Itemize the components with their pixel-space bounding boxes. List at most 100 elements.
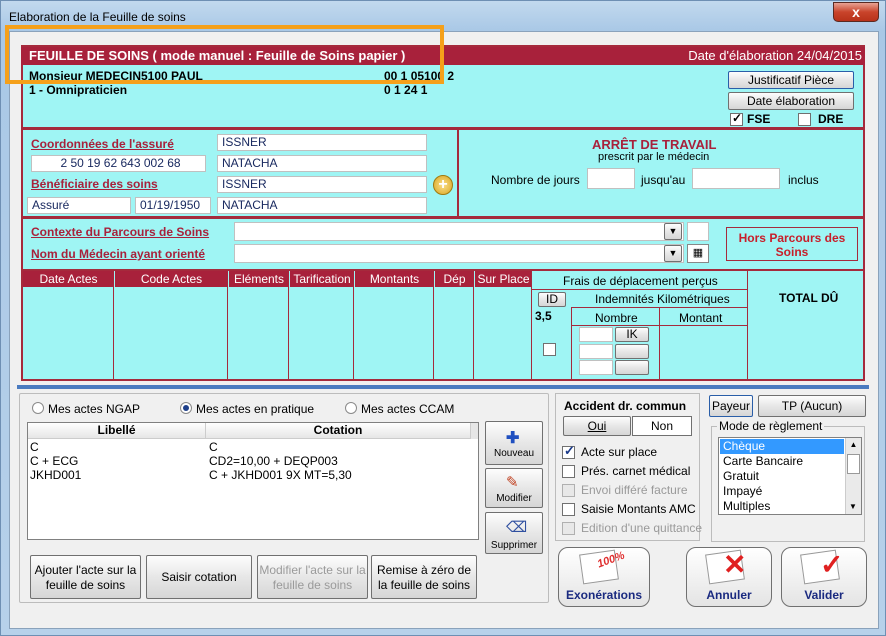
radio-ngap[interactable]	[32, 402, 44, 414]
libelle-cell: C + ECG	[30, 454, 79, 468]
medecin-orientant-label[interactable]: Nom du Médecin ayant orienté	[31, 247, 205, 261]
grid-divider	[571, 325, 747, 326]
beneficiary-label[interactable]: Bénéficiaire des soins	[31, 177, 158, 191]
libelle-cell: C	[30, 440, 39, 454]
justificatif-button[interactable]: Justificatif Pièce	[728, 71, 854, 89]
exonerations-label: Exonérations	[565, 588, 643, 602]
fse-checkbox[interactable]: ✓	[730, 111, 743, 126]
modifier-button[interactable]: ✎ Modifier	[485, 468, 543, 508]
ik-button-empty[interactable]	[615, 360, 649, 375]
annuler-button[interactable]: ✕ Annuler	[686, 547, 772, 607]
radio-pratique[interactable]	[180, 402, 192, 414]
surplace-checkbox[interactable]	[543, 343, 556, 356]
calendar-icon[interactable]: ▦	[687, 244, 709, 263]
option-checkbox[interactable]	[562, 465, 575, 478]
main-window: Elaboration de la Feuille de soins x FEU…	[0, 0, 886, 636]
nombre-label: Nombre	[595, 311, 638, 325]
payeur-button[interactable]: Payeur	[709, 395, 753, 417]
contexte-select[interactable]	[234, 222, 684, 241]
ik-nombre-input[interactable]	[579, 327, 613, 342]
medecin-orientant-select[interactable]	[234, 244, 684, 263]
table-row[interactable]: JKHD001	[30, 468, 81, 482]
highlight-box	[5, 25, 444, 84]
check-icon: ✓	[564, 443, 575, 458]
grid-divider	[659, 307, 660, 379]
valider-button[interactable]: ✓ Valider	[781, 547, 867, 607]
ik-button[interactable]: IK	[615, 327, 649, 342]
chevron-down-icon[interactable]: ▼	[664, 223, 682, 240]
scroll-up-icon[interactable]: ▲	[846, 438, 861, 452]
col-libelle-header[interactable]: Libellé	[28, 423, 206, 439]
nouveau-button[interactable]: ✚ Nouveau	[485, 421, 543, 465]
grid-header-surplace: Sur Place	[475, 271, 533, 287]
ik-button-empty[interactable]	[615, 344, 649, 359]
insured-nir-field[interactable]: 2 50 19 62 643 002 68	[31, 155, 206, 172]
grid-header-code: Code Actes	[115, 271, 229, 287]
date-elaboration-button[interactable]: Date élaboration	[728, 92, 854, 110]
option-checkbox[interactable]: ✓	[562, 443, 575, 459]
option-checkbox[interactable]	[562, 503, 575, 516]
saisir-cotation-button[interactable]: Saisir cotation	[146, 555, 252, 599]
beneficiary-birthdate-field[interactable]: 01/19/1950	[135, 197, 211, 214]
insured-lastname-field[interactable]: ISSNER	[217, 134, 427, 151]
ik-nombre-input[interactable]	[579, 360, 613, 375]
insured-label[interactable]: Coordonnées de l'assuré	[31, 137, 174, 151]
arret-days-input[interactable]	[587, 168, 635, 189]
grid-divider	[571, 307, 572, 379]
hors-parcours-box[interactable]: Hors Parcours des Soins	[726, 227, 858, 261]
insured-firstname-field[interactable]: NATACHA	[217, 155, 427, 172]
radio-ngap-label: Mes actes NGAP	[48, 402, 141, 416]
ajouter-acte-button[interactable]: Ajouter l'acte sur la feuille de soins	[30, 555, 141, 599]
header-filler	[470, 423, 478, 439]
modifier-acte-button[interactable]: Modifier l'acte sur la feuille de soins	[257, 555, 368, 599]
remise-zero-button[interactable]: Remise à zéro de la feuille de soins	[371, 555, 477, 599]
ik-nombre-input[interactable]	[579, 344, 613, 359]
exonerations-button[interactable]: 100% Exonérations	[558, 547, 650, 607]
list-item[interactable]: Gratuit	[720, 469, 759, 484]
grid-divider	[433, 287, 434, 379]
frais-label: Frais de déplacement perçus	[563, 274, 718, 288]
grid-divider	[113, 287, 114, 379]
contexte-label[interactable]: Contexte du Parcours de Soins	[31, 225, 209, 239]
list-item[interactable]: Multiples	[720, 499, 770, 514]
close-button[interactable]: x	[833, 2, 879, 22]
scroll-thumb[interactable]	[847, 454, 860, 474]
option-label: Prés. carnet médical	[581, 464, 691, 478]
arret-inclus-label: inclus	[788, 173, 819, 187]
reglement-listbox[interactable]: Chèque Carte Bancaire Gratuit Impayé Mul…	[718, 437, 862, 515]
add-icon: ✚	[506, 430, 520, 447]
accident-oui-button[interactable]: Oui	[563, 416, 631, 436]
chevron-down-icon[interactable]: ▼	[664, 245, 682, 262]
list-item[interactable]: Impayé	[720, 484, 762, 499]
nouveau-label: Nouveau	[493, 448, 535, 459]
beneficiary-firstname-field[interactable]: NATACHA	[217, 197, 427, 214]
grid-divider	[473, 287, 474, 379]
tp-button[interactable]: TP (Aucun)	[758, 395, 866, 417]
table-row[interactable]: CD2=10,00 + DEQP003	[209, 454, 338, 468]
arret-until-input[interactable]	[692, 168, 780, 189]
table-row[interactable]: C	[30, 440, 39, 454]
id-button[interactable]: ID	[538, 292, 566, 307]
scrollbar[interactable]: ▲ ▼	[845, 438, 861, 514]
accident-non-button[interactable]: Non	[632, 416, 692, 436]
supprimer-label: Supprimer	[490, 540, 538, 551]
add-beneficiary-icon[interactable]: +	[433, 175, 453, 195]
list-item[interactable]: Carte Bancaire	[720, 454, 803, 469]
scroll-down-icon[interactable]: ▼	[846, 500, 860, 514]
libelle-cell: JKHD001	[30, 468, 82, 482]
table-row[interactable]: C	[209, 440, 218, 454]
grid-header-dep: Dép	[435, 271, 475, 287]
table-row[interactable]: C + ECG	[30, 454, 78, 468]
actes-list[interactable]: Libellé Cotation C C C + ECG CD2=10,00 +…	[27, 422, 479, 540]
list-item[interactable]: Chèque	[720, 439, 844, 454]
contexte-extra-field[interactable]	[687, 222, 709, 241]
dre-checkbox[interactable]	[798, 113, 811, 126]
col-cotation-header[interactable]: Cotation	[206, 423, 470, 439]
beneficiary-quality-field[interactable]: Assuré	[27, 197, 131, 214]
beneficiary-lastname-field[interactable]: ISSNER	[217, 176, 427, 193]
option-label: Edition d'une quittance	[581, 521, 703, 535]
table-row[interactable]: C + JKHD001 9X MT=5,30	[209, 468, 352, 482]
radio-ccam[interactable]	[345, 402, 357, 414]
supprimer-button[interactable]: ⌫ Supprimer	[485, 512, 543, 554]
elaboration-date: Date d'élaboration 24/04/2015	[688, 48, 862, 63]
